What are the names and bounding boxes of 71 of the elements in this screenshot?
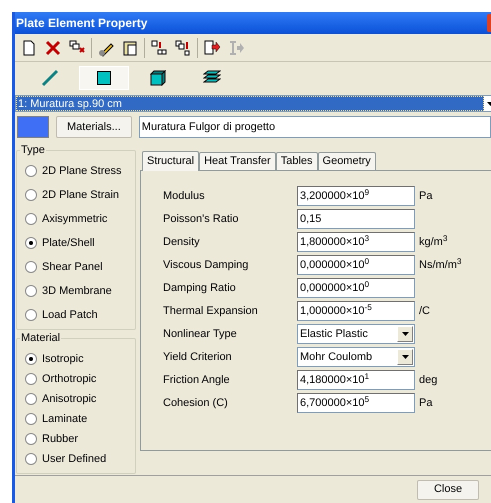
property-field[interactable]: 6,700000×10$^{5}$ xyxy=(297,393,415,413)
unit-label: Ns/m/m$^{3}$ xyxy=(419,256,462,273)
property-label: Poisson's Ratio xyxy=(163,212,240,227)
property-label: Viscous Damping xyxy=(163,258,250,273)
unit-label: kg/m$^{3}$ xyxy=(419,234,448,250)
property-field[interactable]: 3,200000×10$^{9}$ xyxy=(297,186,415,206)
radio-button[interactable] xyxy=(25,261,37,273)
radio-button[interactable] xyxy=(25,413,37,425)
group-title: Type xyxy=(20,143,46,157)
radio-label: Orthotropic xyxy=(42,372,96,387)
tab[interactable]: Tables xyxy=(276,152,318,170)
square-icon xyxy=(97,71,111,85)
radio-label: 2D Plane Strain xyxy=(42,188,120,203)
radio-button[interactable] xyxy=(25,393,37,405)
radio-button[interactable] xyxy=(25,453,37,465)
material-color-swatch[interactable] xyxy=(17,116,49,138)
radio-label: Rubber xyxy=(42,432,78,447)
unit-label: Pa xyxy=(419,188,432,204)
dropdown-arrow-button[interactable] xyxy=(397,326,413,342)
radio-label: Isotropic xyxy=(42,352,84,367)
radio-label: Laminate xyxy=(42,412,88,427)
property-label: Thermal Expansion xyxy=(163,304,259,319)
window-title: Plate Element Property xyxy=(15,15,148,32)
property-label: Friction Angle xyxy=(163,372,231,388)
radio-label: Shear Panel xyxy=(42,260,103,275)
property-field[interactable]: 4,180000×10$^{1}$ xyxy=(297,370,415,390)
property-field[interactable]: 0,000000×10$^{0}$ xyxy=(297,255,415,275)
dropdown-arrow-button[interactable] xyxy=(397,349,413,365)
element-type-button[interactable] xyxy=(79,66,129,90)
property-dropdown[interactable]: 1: Muratura sp.90 cm xyxy=(15,95,491,112)
property-field[interactable]: 1,800000×10$^{3}$ xyxy=(297,232,415,252)
property-field[interactable]: 1,000000×10$^{-5}$ xyxy=(297,301,415,321)
materials-button[interactable]: Materials... xyxy=(56,116,132,138)
property-field[interactable]: 0,000000×10$^{0}$ xyxy=(297,278,415,298)
line-icon xyxy=(41,69,59,87)
property-label: Cohesion (C) xyxy=(163,396,229,411)
property-label: Nonlinear Type xyxy=(163,326,238,342)
radio-label: Axisymmetric xyxy=(42,212,108,227)
radio-button[interactable] xyxy=(25,213,37,225)
radio-label: Anisotropic xyxy=(42,392,96,407)
radio-button[interactable] xyxy=(25,237,37,249)
caret-icon xyxy=(402,332,408,336)
property-label: Density xyxy=(163,234,201,250)
radio-button[interactable] xyxy=(25,373,37,385)
property-dropdown[interactable]: Elastic Plastic xyxy=(297,324,415,344)
radio-label: Load Patch xyxy=(42,308,98,323)
radio-label: 2D Plane Stress xyxy=(42,164,122,179)
unit-label: deg xyxy=(419,372,438,388)
tab[interactable]: Heat Transfer xyxy=(199,152,276,170)
unit-label: Pa xyxy=(419,396,432,411)
property-label: Damping Ratio xyxy=(163,280,237,296)
property-dropdown[interactable]: Mohr Coulomb xyxy=(297,347,415,367)
property-label: Yield Criterion xyxy=(163,350,233,365)
material-name-field[interactable]: Muratura Fulgor di progetto xyxy=(138,116,491,138)
close-button[interactable]: Close xyxy=(417,480,479,500)
radio-button[interactable] xyxy=(25,165,37,177)
unit-label: /C xyxy=(419,304,430,319)
cube-icon xyxy=(150,70,166,86)
radio-label: 3D Membrane xyxy=(42,284,112,299)
radio-button[interactable] xyxy=(25,285,37,297)
tab[interactable]: Geometry xyxy=(318,152,376,170)
radio-button[interactable] xyxy=(25,353,37,365)
tab[interactable]: Structural xyxy=(142,151,200,171)
radio-label: Plate/Shell xyxy=(42,236,95,251)
radio-button[interactable] xyxy=(25,433,37,445)
property-field[interactable]: 0,15 xyxy=(297,209,415,229)
property-label: Modulus xyxy=(163,188,206,204)
caret-icon xyxy=(402,355,408,359)
radio-button[interactable] xyxy=(25,189,37,201)
radio-button[interactable] xyxy=(25,309,37,321)
radio-label: User Defined xyxy=(42,452,106,467)
